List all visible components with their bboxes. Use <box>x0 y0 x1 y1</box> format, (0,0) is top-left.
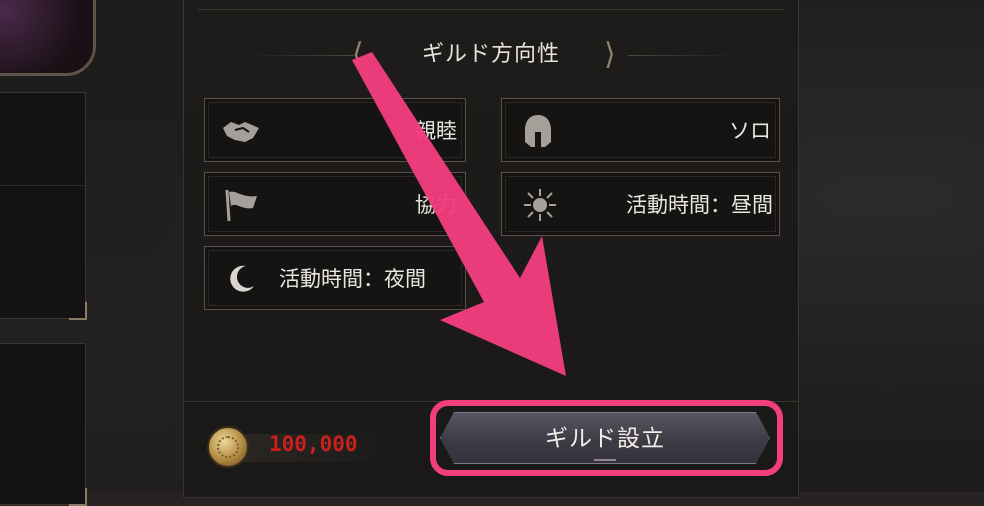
helmet-icon <box>518 113 558 149</box>
left-column <box>0 0 96 506</box>
tag-cooperation[interactable]: 協力 <box>204 172 466 236</box>
section-header: ⟨ ⟩ ギルド方向性 <box>184 35 798 75</box>
highlight-box <box>430 400 783 476</box>
tag-label: ソロ <box>729 119 771 143</box>
moon-icon <box>221 261 261 297</box>
panel-divider <box>198 9 784 10</box>
tag-label: 活動時間：昼間 <box>626 193 773 217</box>
tag-friendship[interactable]: 親睦 <box>204 98 466 162</box>
tag-label: 協力 <box>415 193 457 217</box>
sun-icon <box>520 187 560 223</box>
tag-solo[interactable]: ソロ <box>501 98 780 162</box>
tag-nighttime[interactable]: 活動時間：夜間 <box>204 246 466 310</box>
tag-label: 活動時間：夜間 <box>279 267 426 291</box>
gold-coin-icon <box>207 426 249 468</box>
avatar[interactable] <box>0 0 96 76</box>
section-title: ギルド方向性 <box>421 42 560 67</box>
tag-label: 親睦 <box>415 119 457 143</box>
tag-daytime[interactable]: 活動時間：昼間 <box>501 172 780 236</box>
left-slot-upper[interactable] <box>0 92 87 320</box>
handshake-icon <box>221 113 261 149</box>
flag-icon <box>221 187 261 223</box>
cost-amount: 100,000 <box>269 432 358 456</box>
left-slot-lower[interactable] <box>0 343 87 506</box>
slot-divider <box>0 185 85 186</box>
guild-cost: 100,000 <box>207 426 407 468</box>
